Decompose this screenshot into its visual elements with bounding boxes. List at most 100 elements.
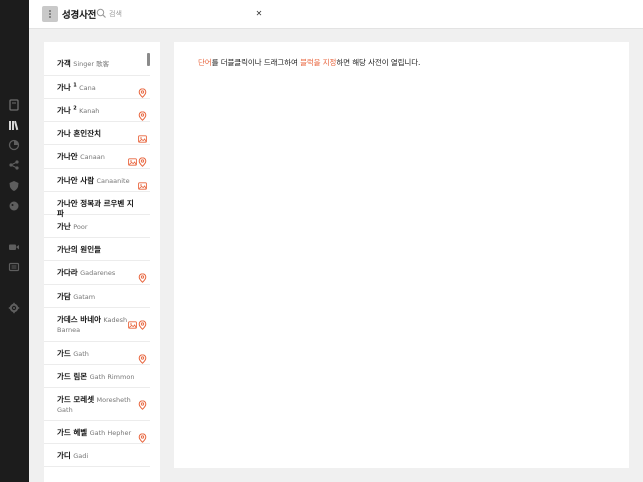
list-item-title: 가나 xyxy=(57,83,71,92)
gear-icon[interactable] xyxy=(8,302,20,314)
list-item-subtitle: Gatam xyxy=(73,293,96,301)
list-item-text: 가데스 바네아 Kadesh Barnea xyxy=(57,315,137,335)
image-icon[interactable] xyxy=(128,315,137,329)
list-item-index: 1 xyxy=(73,82,77,89)
content-panel: 단어를 더블클릭이나 드래그하여 블럭을 지정하면 해당 사전이 열립니다. xyxy=(174,42,629,468)
list-item-subtitle: Canaan xyxy=(80,153,105,161)
top-bar: 성경사전 ✕ xyxy=(29,0,643,29)
list-item-text: 가드 Gath xyxy=(57,349,137,359)
page-title: 성경사전 xyxy=(62,10,97,21)
search-input[interactable] xyxy=(109,6,249,22)
list-item-subtitle: Poor xyxy=(73,223,88,231)
dictionary-list[interactable]: 가객 Singer 歌客 가나 1 Cana 가나 2 Kanah 가나 혼인잔치 가나… xyxy=(44,42,160,482)
image-icon[interactable] xyxy=(138,129,147,143)
list-item-subtitle: Gadarenes xyxy=(80,269,116,277)
list-item-title: 가드 림몬 xyxy=(57,372,88,381)
list-item-text: 가난 Poor xyxy=(57,222,137,232)
list-item-subtitle-continued: Gath xyxy=(57,406,73,414)
search-icon xyxy=(96,8,106,18)
map-pin-icon[interactable] xyxy=(138,349,147,364)
hint-block: 블럭을 지정 xyxy=(300,58,337,67)
list-item[interactable]: 가담 Gatam xyxy=(44,285,150,308)
share-icon[interactable] xyxy=(8,159,20,171)
list-item-subtitle: Gath Rimmon xyxy=(89,373,135,381)
menu-button[interactable] xyxy=(42,6,58,22)
list-item-text: 가나안 사람 Canaanite xyxy=(57,176,137,186)
list-item-subtitle: Gadi xyxy=(73,452,89,460)
list-item-title: 가데스 바네아 xyxy=(57,315,102,324)
pie-chart-icon[interactable] xyxy=(8,139,20,151)
list-item-title: 가다라 xyxy=(57,268,78,277)
map-pin-icon[interactable] xyxy=(138,428,147,443)
list-item-title: 가드 헤벨 xyxy=(57,428,88,437)
list-item-title: 가디 xyxy=(57,451,71,460)
list-item-title: 가드 xyxy=(57,349,71,358)
list-item-text: 가나안 Canaan xyxy=(57,152,137,162)
list-item-subtitle: Cana xyxy=(79,84,96,92)
list-item-title: 가나 xyxy=(57,106,71,115)
list-item[interactable]: 가나 2 Kanah xyxy=(44,99,150,122)
list-item-text: 가나 혼인잔치 xyxy=(57,129,137,139)
list-item[interactable]: 가다라 Gadarenes xyxy=(44,261,150,285)
list-item[interactable]: 가디 Gadi xyxy=(44,444,150,467)
list-item-text: 가난의 원인들 xyxy=(57,245,137,255)
instruction-text: 단어를 더블클릭이나 드래그하여 블럭을 지정하면 해당 사전이 열립니다. xyxy=(198,57,420,68)
scrollbar-thumb[interactable] xyxy=(147,53,150,66)
list-item[interactable]: 가드 림몬 Gath Rimmon xyxy=(44,365,150,388)
list-item[interactable]: 가드 Gath xyxy=(44,342,150,365)
list-item-subtitle: Kanah xyxy=(79,107,100,115)
list-item-title: 가담 xyxy=(57,292,71,301)
list-item[interactable]: 가난 Poor xyxy=(44,215,150,238)
video-icon[interactable] xyxy=(8,241,20,253)
left-rail xyxy=(0,0,29,482)
list-item[interactable]: 가난의 원인들 xyxy=(44,238,150,261)
map-pin-icon[interactable] xyxy=(138,395,147,410)
hint-text-1: 를 더블클릭이나 드래그하여 xyxy=(211,58,301,67)
map-pin-icon[interactable] xyxy=(138,315,147,330)
image-icon[interactable] xyxy=(8,261,20,273)
list-item-subtitle: Moresheth xyxy=(96,396,131,404)
image-icon[interactable] xyxy=(128,152,137,166)
list-item-title: 가난 xyxy=(57,222,71,231)
map-pin-icon[interactable] xyxy=(138,106,147,121)
list-item[interactable]: 가나안 Canaan xyxy=(44,145,150,169)
list-item-text: 가나 2 Kanah xyxy=(57,106,137,116)
list-item-title: 가객 xyxy=(57,59,71,68)
list-item-subtitle-continued: Barnea xyxy=(57,326,81,334)
list-item-subtitle: Kadesh xyxy=(103,316,128,324)
list-item-text: 가담 Gatam xyxy=(57,292,137,302)
book-icon[interactable] xyxy=(8,99,20,111)
list-item[interactable]: 가드 헤벨 Gath Hepher xyxy=(44,421,150,444)
list-item-text: 가디 Gadi xyxy=(57,451,137,461)
list-item-title: 가난의 원인들 xyxy=(57,245,102,254)
list-item-title: 가나안 사람 xyxy=(57,176,95,185)
list-item-index: 2 xyxy=(73,105,77,112)
list-item[interactable]: 가드 모레셋 Moresheth Gath xyxy=(44,388,150,421)
list-item[interactable]: 가객 Singer 歌客 xyxy=(44,52,150,76)
list-item-text: 가드 헤벨 Gath Hepher xyxy=(57,428,137,438)
list-item-text: 가나 1 Cana xyxy=(57,83,137,93)
list-item-subtitle: Gath Hepher xyxy=(89,429,132,437)
list-item-text: 가다라 Gadarenes xyxy=(57,268,137,278)
more-vertical-icon xyxy=(49,10,51,18)
list-item[interactable]: 가나안 정복과 르우벤 지파 xyxy=(44,192,150,218)
list-item[interactable]: 가데스 바네아 Kadesh Barnea xyxy=(44,308,150,342)
list-item-subtitle: Singer 歌客 xyxy=(73,60,110,68)
map-pin-icon[interactable] xyxy=(138,152,147,167)
shield-icon[interactable] xyxy=(8,180,20,192)
bubble-icon[interactable] xyxy=(8,200,20,212)
list-item-title: 가나안 xyxy=(57,152,78,161)
list-item[interactable]: 가나안 사람 Canaanite xyxy=(44,169,150,192)
list-item[interactable]: 가나 1 Cana xyxy=(44,76,150,99)
map-pin-icon[interactable] xyxy=(138,268,147,283)
map-pin-icon[interactable] xyxy=(138,83,147,98)
list-item-title: 가나 혼인잔치 xyxy=(57,129,102,138)
list-item-text: 가드 모레셋 Moresheth Gath xyxy=(57,395,137,415)
clear-search-button[interactable]: ✕ xyxy=(254,8,264,20)
image-icon[interactable] xyxy=(138,176,147,190)
hint-text-2: 하면 해당 사전이 열립니다. xyxy=(336,58,421,67)
list-item-title: 가드 모레셋 xyxy=(57,395,95,404)
library-icon[interactable] xyxy=(8,119,20,131)
list-item[interactable]: 가나 혼인잔치 xyxy=(44,122,150,145)
list-item-text: 가드 림몬 Gath Rimmon xyxy=(57,372,137,382)
